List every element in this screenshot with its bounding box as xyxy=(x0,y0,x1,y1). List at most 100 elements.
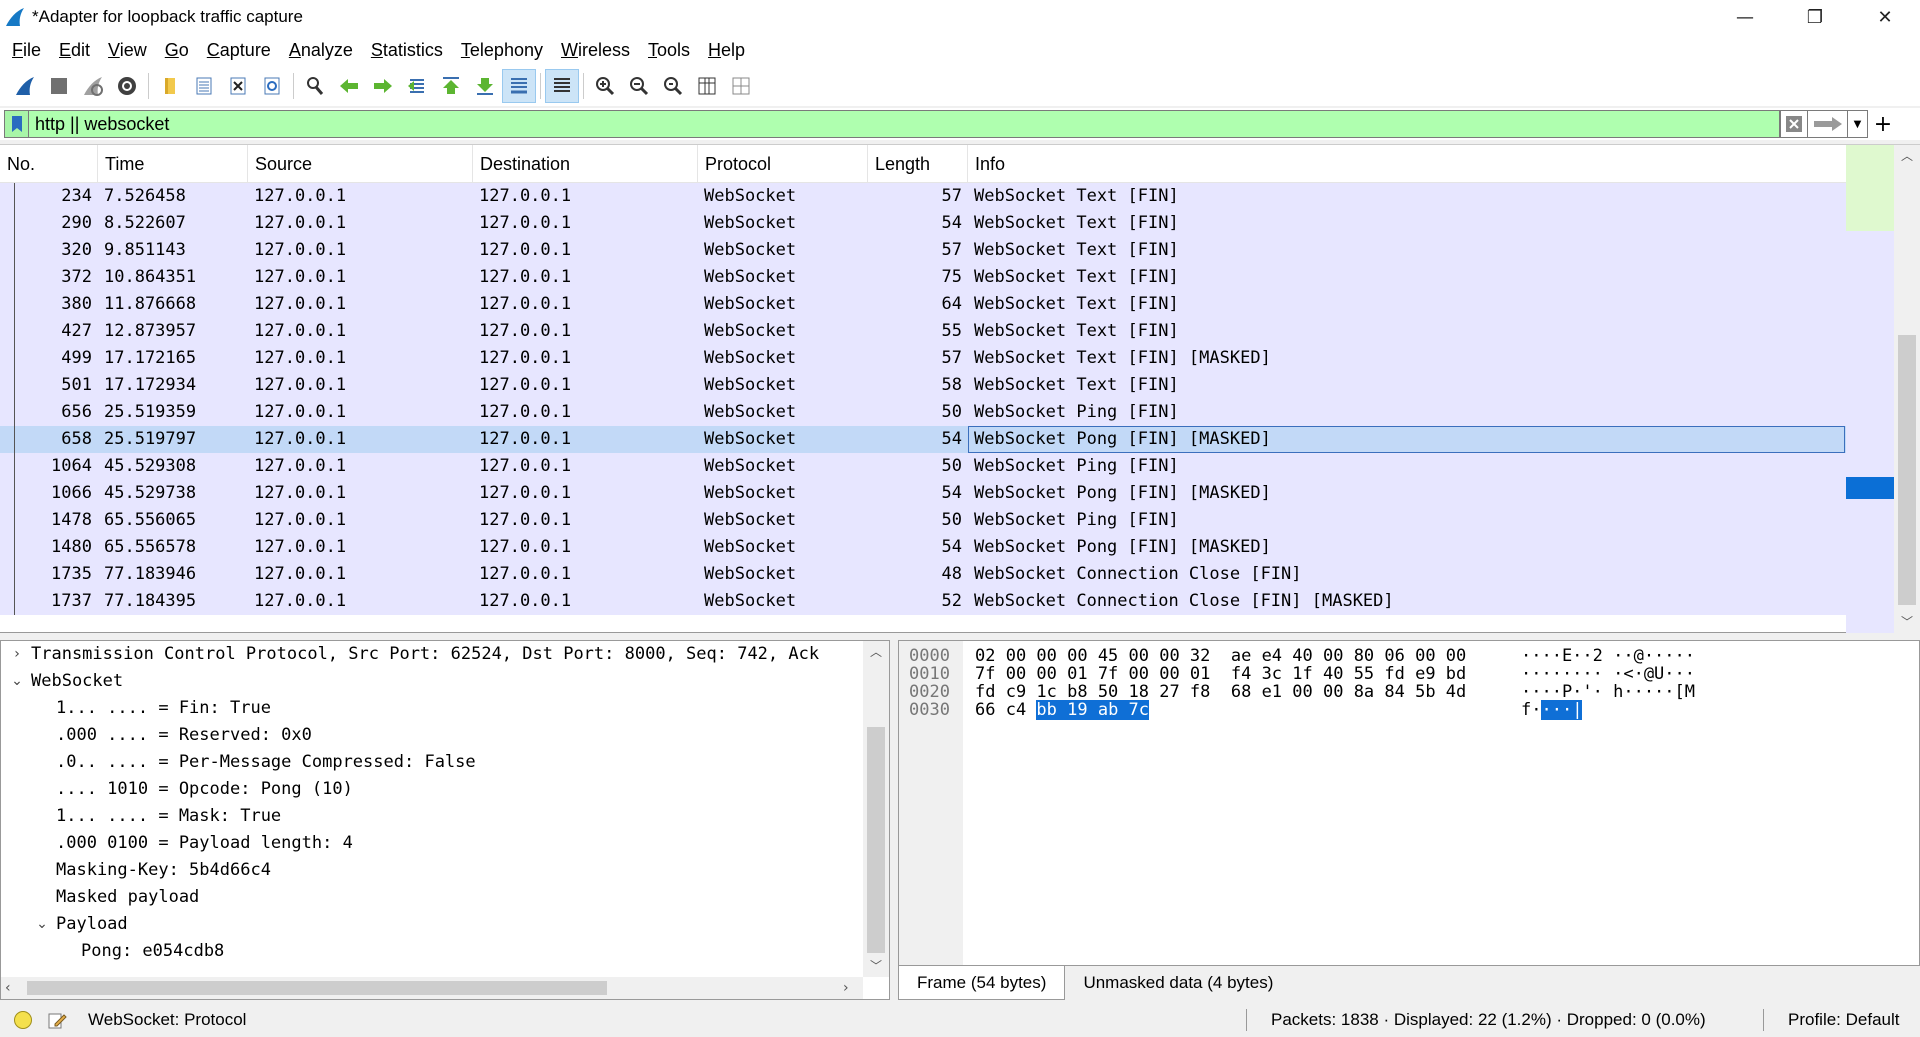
scroll-up-icon[interactable]: ︿ xyxy=(863,641,889,663)
find-packet-icon[interactable] xyxy=(298,69,332,103)
packet-cell-proto: WebSocket xyxy=(704,429,797,449)
zoom-in-icon[interactable] xyxy=(588,69,622,103)
go-forward-icon[interactable] xyxy=(366,69,400,103)
menu-file[interactable]: File xyxy=(4,34,51,66)
detail-tree-item[interactable]: Pong: e054cdb8 xyxy=(1,938,889,965)
save-file-icon[interactable] xyxy=(187,69,221,103)
menu-go[interactable]: Go xyxy=(157,34,199,66)
detail-tree-item[interactable]: Masking-Key: 5b4d66c4 xyxy=(1,857,889,884)
chevron-down-icon[interactable]: ⌄ xyxy=(9,668,25,695)
chevron-down-icon[interactable]: ⌄ xyxy=(34,911,50,938)
col-time[interactable]: Time xyxy=(98,145,248,183)
scroll-right-icon[interactable]: › xyxy=(843,977,861,999)
packet-row[interactable]: 372 10.864351 127.0.0.1 127.0.0.1 WebSocket 7… xyxy=(0,264,1846,291)
details-vscrollbar[interactable]: ︿ ﹀ xyxy=(863,641,889,977)
packet-row[interactable]: 501 17.172934 127.0.0.1 127.0.0.1 WebSocket 5… xyxy=(0,372,1846,399)
open-file-icon[interactable] xyxy=(153,69,187,103)
menu-wireless[interactable]: Wireless xyxy=(553,34,640,66)
packet-row[interactable]: 380 11.876668 127.0.0.1 127.0.0.1 WebSocket 6… xyxy=(0,291,1846,318)
menu-help[interactable]: Help xyxy=(700,34,755,66)
scroll-left-icon[interactable]: ‹ xyxy=(5,977,23,999)
packet-row[interactable]: 1737 77.184395 127.0.0.1 127.0.0.1 WebSocket… xyxy=(0,588,1846,615)
detail-tree-item[interactable]: .0.. .... = Per-Message Compressed: Fals… xyxy=(1,749,889,776)
restart-capture-icon[interactable] xyxy=(76,69,110,103)
packet-row[interactable]: 499 17.172165 127.0.0.1 127.0.0.1 WebSocket 5… xyxy=(0,345,1846,372)
col-destination[interactable]: Destination xyxy=(473,145,698,183)
packet-list-scrollbar[interactable]: ︿ ﹀ xyxy=(1894,145,1920,633)
menu-capture[interactable]: Capture xyxy=(199,34,281,66)
last-packet-icon[interactable] xyxy=(468,69,502,103)
packet-row[interactable]: 320 9.851143 127.0.0.1 127.0.0.1 WebSocket 57… xyxy=(0,237,1846,264)
menu-tools[interactable]: Tools xyxy=(640,34,700,66)
hex-bytes: 66 c4 bb 19 ab 7c xyxy=(975,699,1150,721)
scroll-down-icon[interactable]: ﹀ xyxy=(1894,611,1920,633)
scrollbar-thumb[interactable] xyxy=(27,981,607,995)
capture-options-icon[interactable] xyxy=(110,69,144,103)
packet-row[interactable]: 1478 65.556065 127.0.0.1 127.0.0.1 WebSocket… xyxy=(0,507,1846,534)
clear-filter-icon[interactable] xyxy=(1780,110,1808,138)
detail-tree-item[interactable]: 1... .... = Mask: True xyxy=(1,803,889,830)
expert-info-icon[interactable] xyxy=(14,1011,32,1029)
close-button[interactable]: ✕ xyxy=(1850,0,1920,34)
detail-tree-item[interactable]: Masked payload xyxy=(1,884,889,911)
packet-row[interactable]: 1735 77.183946 127.0.0.1 127.0.0.1 WebSocket… xyxy=(0,561,1846,588)
detail-tree-item[interactable]: .... 1010 = Opcode: Pong (10) xyxy=(1,776,889,803)
restore-button[interactable]: ❐ xyxy=(1780,0,1850,34)
packet-row[interactable]: 290 8.522607 127.0.0.1 127.0.0.1 WebSocket 54… xyxy=(0,210,1846,237)
col-protocol[interactable]: Protocol xyxy=(698,145,868,183)
first-packet-icon[interactable] xyxy=(434,69,468,103)
packet-row[interactable]: 658 25.519797 127.0.0.1 127.0.0.1 WebSocket 5… xyxy=(0,426,1846,453)
packet-row[interactable]: 427 12.873957 127.0.0.1 127.0.0.1 WebSocket 5… xyxy=(0,318,1846,345)
menu-view[interactable]: View xyxy=(100,34,157,66)
scroll-up-icon[interactable]: ︿ xyxy=(1894,145,1920,167)
menu-statistics[interactable]: Statistics xyxy=(363,34,453,66)
tab-frame-bytes[interactable]: Frame (54 bytes) xyxy=(898,966,1066,1000)
detail-tree-item[interactable]: .000 0100 = Payload length: 4 xyxy=(1,830,889,857)
packet-row[interactable]: 656 25.519359 127.0.0.1 127.0.0.1 WebSocket 5… xyxy=(0,399,1846,426)
colorize-icon[interactable] xyxy=(545,69,579,103)
menu-analyze[interactable]: Analyze xyxy=(281,34,363,66)
packet-minimap[interactable] xyxy=(1846,145,1894,633)
go-back-icon[interactable] xyxy=(332,69,366,103)
chevron-right-icon[interactable]: › xyxy=(9,641,25,668)
bookmark-icon[interactable] xyxy=(4,110,28,138)
tab-unmasked-data[interactable]: Unmasked data (4 bytes) xyxy=(1065,966,1291,1000)
autoscroll-icon[interactable] xyxy=(502,69,536,103)
normal-size-icon[interactable] xyxy=(656,69,690,103)
detail-tree-item[interactable]: .000 .... = Reserved: 0x0 xyxy=(1,722,889,749)
profile-label[interactable]: Profile: Default xyxy=(1772,1010,1900,1030)
menu-telephony[interactable]: Telephony xyxy=(453,34,553,66)
detail-tree-item[interactable]: 1... .... = Fin: True xyxy=(1,695,889,722)
apply-filter-icon[interactable] xyxy=(1808,110,1848,138)
display-filter-input[interactable]: http || websocket xyxy=(28,110,1780,138)
col-source[interactable]: Source xyxy=(248,145,473,183)
packet-row[interactable]: 1064 45.529308 127.0.0.1 127.0.0.1 WebSocket… xyxy=(0,453,1846,480)
go-to-packet-icon[interactable] xyxy=(400,69,434,103)
packet-row[interactable]: 1480 65.556578 127.0.0.1 127.0.0.1 WebSocket… xyxy=(0,534,1846,561)
col-info[interactable]: Info xyxy=(968,145,1846,183)
scrollbar-thumb[interactable] xyxy=(867,727,885,953)
reload-file-icon[interactable] xyxy=(255,69,289,103)
detail-tree-item[interactable]: › Transmission Control Protocol, Src Port… xyxy=(1,641,889,668)
close-file-icon[interactable] xyxy=(221,69,255,103)
detail-tree-item[interactable]: ⌄ Payload xyxy=(1,911,889,938)
layout-icon[interactable] xyxy=(724,69,758,103)
minimize-button[interactable]: — xyxy=(1710,0,1780,34)
resize-columns-icon[interactable] xyxy=(690,69,724,103)
col-no[interactable]: No. xyxy=(0,145,98,183)
scroll-down-icon[interactable]: ﹀ xyxy=(863,955,889,977)
detail-tree-item[interactable]: ⌄ WebSocket xyxy=(1,668,889,695)
col-length[interactable]: Length xyxy=(868,145,968,183)
stop-capture-icon[interactable] xyxy=(42,69,76,103)
add-filter-button[interactable]: + xyxy=(1868,110,1898,138)
packet-row[interactable]: 234 7.526458 127.0.0.1 127.0.0.1 WebSocket 57… xyxy=(0,183,1846,210)
menu-edit[interactable]: Edit xyxy=(51,34,100,66)
scrollbar-thumb[interactable] xyxy=(1898,335,1916,605)
bytes-line[interactable]: 0030 66 c4 bb 19 ab 7c f····| xyxy=(899,699,1899,721)
packet-row[interactable]: 1066 45.529738 127.0.0.1 127.0.0.1 WebSocket… xyxy=(0,480,1846,507)
zoom-out-icon[interactable] xyxy=(622,69,656,103)
edit-comment-icon[interactable] xyxy=(44,1010,70,1030)
start-capture-icon[interactable] xyxy=(8,69,42,103)
chevron-down-icon[interactable]: ▼ xyxy=(1848,110,1868,138)
details-hscrollbar[interactable]: ‹ › xyxy=(1,977,863,999)
